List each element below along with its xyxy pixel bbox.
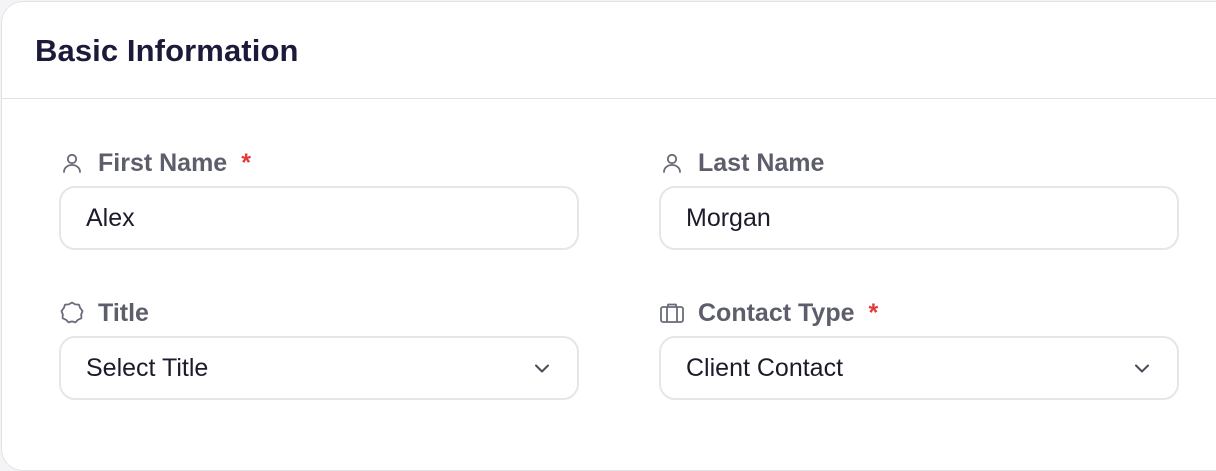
badge-icon (59, 300, 85, 326)
last-name-label-text: Last Name (698, 148, 825, 177)
first-name-value: Alex (86, 203, 135, 232)
title-label: Title (59, 298, 579, 328)
section-title: Basic Information (35, 33, 299, 68)
required-marker: * (241, 148, 251, 177)
first-name-label: First Name * (59, 148, 579, 178)
first-name-label-text: First Name (98, 148, 228, 177)
basic-information-card: Basic Information First Name * Alex Last… (1, 1, 1216, 471)
user-icon (659, 150, 685, 176)
last-name-value: Morgan (686, 203, 771, 232)
title-field: Title Select Title (59, 298, 579, 400)
chevron-down-icon (531, 357, 553, 379)
title-select[interactable]: Select Title (59, 336, 579, 400)
user-icon (59, 150, 85, 176)
contact-type-select[interactable]: Client Contact (659, 336, 1179, 400)
last-name-input[interactable]: Morgan (659, 186, 1179, 250)
contact-type-selected-value: Client Contact (686, 353, 844, 382)
contact-type-label: Contact Type * (659, 298, 1179, 328)
title-selected-value: Select Title (86, 353, 209, 382)
last-name-field: Last Name Morgan (659, 148, 1179, 250)
contact-type-label-text: Contact Type (698, 298, 855, 327)
last-name-label: Last Name (659, 148, 1179, 178)
title-label-text: Title (98, 298, 149, 327)
contact-type-field: Contact Type * Client Contact (659, 298, 1179, 400)
briefcase-icon (659, 300, 685, 326)
card-header: Basic Information (2, 2, 1216, 99)
required-marker: * (868, 298, 879, 327)
first-name-input[interactable]: Alex (59, 186, 579, 250)
chevron-down-icon (1131, 357, 1153, 379)
first-name-field: First Name * Alex (59, 148, 579, 250)
